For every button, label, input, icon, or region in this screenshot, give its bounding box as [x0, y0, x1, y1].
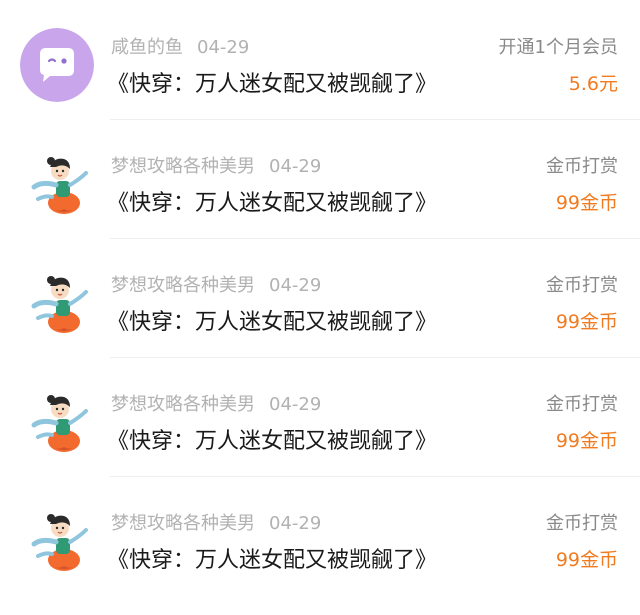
book-title[interactable]: 《快穿：万人迷女配又被觊觎了》 — [107, 304, 437, 336]
reward-type: 开通1个月会员 — [498, 37, 618, 58]
dancing-girl-avatar-icon[interactable] — [20, 147, 94, 221]
list-item[interactable]: 梦想攻略各种美男 04-29 《快穿：万人迷女配又被觊觎了》 金币打赏 99金币 — [0, 359, 640, 477]
reward-amount: 99金币 — [555, 430, 618, 452]
dancing-girl-avatar-icon[interactable] — [20, 266, 94, 340]
user-name[interactable]: 梦想攻略各种美男 — [111, 275, 255, 296]
record-date: 04-29 — [269, 156, 322, 177]
reward-type: 金币打赏 — [546, 275, 618, 296]
divider — [110, 238, 640, 239]
user-name[interactable]: 梦想攻略各种美男 — [111, 513, 255, 534]
reward-amount: 99金币 — [555, 549, 618, 571]
record-date: 04-29 — [269, 275, 322, 296]
list-item[interactable]: 咸鱼的鱼 04-29 《快穿：万人迷女配又被觊觎了》 开通1个月会员 5.6元 — [0, 2, 640, 120]
book-title[interactable]: 《快穿：万人迷女配又被觊觎了》 — [107, 66, 437, 98]
divider — [110, 476, 640, 477]
chat-bubble-avatar-icon[interactable] — [20, 28, 94, 102]
user-name[interactable]: 咸鱼的鱼 — [111, 37, 183, 58]
book-title[interactable]: 《快穿：万人迷女配又被觊觎了》 — [107, 542, 437, 574]
divider — [110, 119, 640, 120]
reward-type: 金币打赏 — [546, 156, 618, 177]
reward-amount: 99金币 — [555, 192, 618, 214]
book-title[interactable]: 《快穿：万人迷女配又被觊觎了》 — [107, 423, 437, 455]
record-date: 04-29 — [269, 513, 322, 534]
record-date: 04-29 — [269, 394, 322, 415]
dancing-girl-avatar-icon[interactable] — [20, 504, 94, 578]
list-item[interactable]: 梦想攻略各种美男 04-29 《快穿：万人迷女配又被觊觎了》 金币打赏 99金币 — [0, 240, 640, 358]
user-name[interactable]: 梦想攻略各种美男 — [111, 156, 255, 177]
reward-amount: 5.6元 — [568, 73, 618, 95]
list-item[interactable]: 梦想攻略各种美男 04-29 《快穿：万人迷女配又被觊觎了》 金币打赏 99金币 — [0, 121, 640, 239]
reward-type: 金币打赏 — [546, 513, 618, 534]
list-item[interactable]: 梦想攻略各种美男 04-29 《快穿：万人迷女配又被觊觎了》 金币打赏 99金币 — [0, 478, 640, 596]
dancing-girl-avatar-icon[interactable] — [20, 385, 94, 459]
record-date: 04-29 — [197, 37, 250, 58]
reward-type: 金币打赏 — [546, 394, 618, 415]
book-title[interactable]: 《快穿：万人迷女配又被觊觎了》 — [107, 185, 437, 217]
user-name[interactable]: 梦想攻略各种美男 — [111, 394, 255, 415]
reward-amount: 99金币 — [555, 311, 618, 333]
divider — [110, 357, 640, 358]
reward-record-list: 咸鱼的鱼 04-29 《快穿：万人迷女配又被觊觎了》 开通1个月会员 5.6元 — [0, 0, 640, 615]
